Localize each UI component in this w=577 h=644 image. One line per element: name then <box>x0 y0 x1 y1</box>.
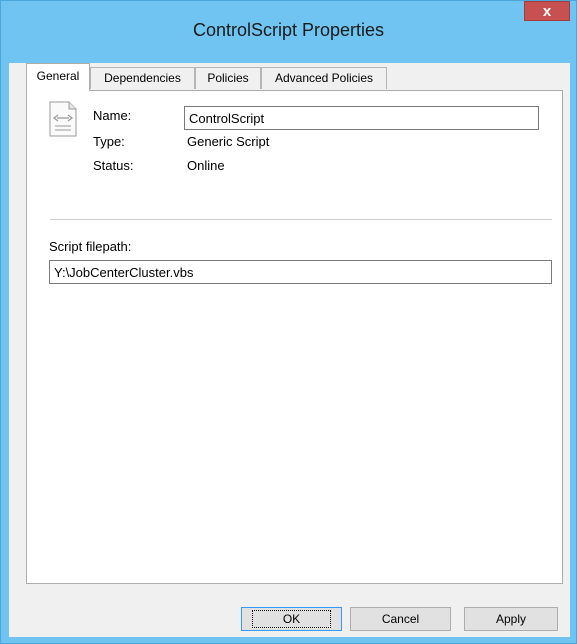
general-tab-panel: Name: Type: Generic Script Status: Onlin… <box>26 90 563 584</box>
script-filepath-field[interactable] <box>49 260 552 284</box>
tab-dependencies[interactable]: Dependencies <box>90 67 195 89</box>
cancel-button[interactable]: Cancel <box>350 607 451 631</box>
properties-dialog: ControlScript Properties x General Depen… <box>0 0 577 644</box>
script-file-icon <box>49 101 77 137</box>
window-title: ControlScript Properties <box>192 20 385 40</box>
ok-button-label: OK <box>251 610 332 628</box>
dialog-client-area: General Dependencies Policies Advanced P… <box>9 63 570 637</box>
status-label: Status: <box>93 158 134 173</box>
status-value: Online <box>187 158 225 173</box>
tab-policies[interactable]: Policies <box>195 67 261 89</box>
divider <box>50 219 552 220</box>
close-button[interactable]: x <box>524 1 570 21</box>
script-filepath-label: Script filepath: <box>49 239 132 254</box>
ok-button[interactable]: OK <box>241 607 342 631</box>
tab-general[interactable]: General <box>26 63 90 91</box>
name-label: Name: <box>93 108 132 123</box>
apply-button[interactable]: Apply <box>464 607 558 631</box>
type-value: Generic Script <box>187 134 270 149</box>
tab-advanced-policies[interactable]: Advanced Policies <box>261 67 387 89</box>
name-field[interactable] <box>184 106 539 130</box>
title-bar[interactable]: ControlScript Properties x <box>1 1 576 63</box>
type-label: Type: <box>93 134 125 149</box>
